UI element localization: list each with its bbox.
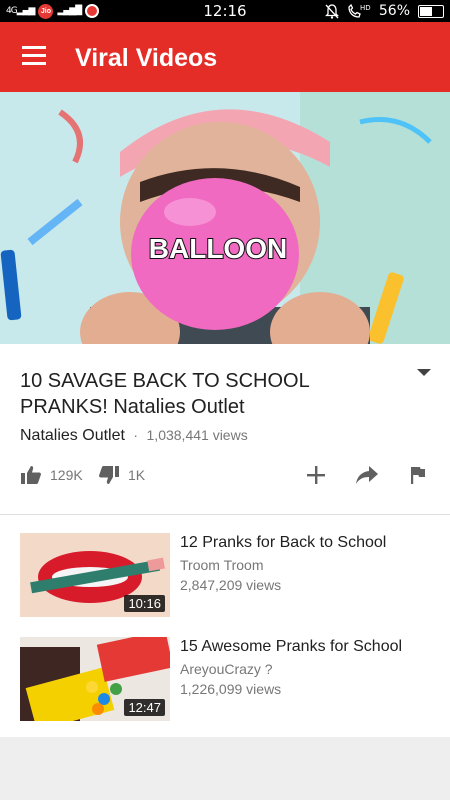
channel-name[interactable]: Natalies Outlet xyxy=(20,427,125,444)
flag-icon xyxy=(411,467,425,484)
video-player[interactable]: BALLOON xyxy=(0,92,450,344)
balloon-overlay-text: BALLOON xyxy=(149,233,287,264)
svg-text:HD: HD xyxy=(360,4,371,12)
bell-muted-icon xyxy=(324,3,339,19)
share-button[interactable] xyxy=(355,459,379,491)
related-video-item[interactable]: 12:47 15 Awesome Pranks for School Areyo… xyxy=(0,637,450,725)
video-frame-image: BALLOON xyxy=(0,92,450,344)
related-video-item[interactable]: 10:16 12 Pranks for Back to School Troom… xyxy=(0,533,450,621)
related-video-channel: AreyouCrazy ? xyxy=(180,661,273,677)
dislike-count: 1K xyxy=(128,467,146,483)
thumbs-up-icon xyxy=(21,466,41,484)
like-count: 129K xyxy=(50,467,83,483)
app-title: Viral Videos xyxy=(75,44,218,72)
video-duration: 12:47 xyxy=(124,699,165,716)
video-title: 10 SAVAGE BACK TO SCHOOL PRANKS! Natalie… xyxy=(20,370,309,418)
add-to-playlist-button[interactable] xyxy=(305,459,327,491)
related-video-channel: Troom Troom xyxy=(180,557,264,573)
related-video-title: 12 Pranks for Back to School xyxy=(180,534,387,551)
dislike-button[interactable]: 1K xyxy=(98,459,145,491)
hamburger-menu-icon[interactable] xyxy=(22,46,48,68)
thumbs-down-icon xyxy=(99,466,119,484)
status-right: HD 56% xyxy=(324,2,444,20)
related-video-title: 15 Awesome Pranks for School xyxy=(180,638,403,655)
app-bar: Viral Videos xyxy=(0,22,450,92)
view-count: 1,038,441 views xyxy=(146,427,248,443)
report-button[interactable] xyxy=(409,459,427,491)
separator-dot: · xyxy=(133,427,139,443)
related-thumbnail[interactable]: 10:16 xyxy=(20,533,170,617)
battery-percent: 56% xyxy=(378,3,410,19)
battery-icon xyxy=(418,4,444,18)
video-info-panel: 10 SAVAGE BACK TO SCHOOL PRANKS! Natalie… xyxy=(0,344,450,514)
like-button[interactable]: 129K xyxy=(20,459,83,491)
channel-line: Natalies Outlet · 1,038,441 views xyxy=(20,427,248,445)
add-icon xyxy=(307,466,325,484)
related-videos-list: 10:16 12 Pranks for Back to School Troom… xyxy=(0,515,450,737)
video-actions: 129K 1K xyxy=(0,459,450,491)
hd-call-icon: HD xyxy=(348,3,371,18)
share-icon xyxy=(356,466,378,484)
video-duration: 10:16 xyxy=(124,595,165,612)
status-bar: 4G▂▄▆ Jio ▂▄▆█ 12:16 HD 56% xyxy=(0,0,450,22)
related-video-views: 2,847,209 views xyxy=(180,577,282,593)
expand-description-icon[interactable] xyxy=(414,366,434,380)
related-video-views: 1,226,099 views xyxy=(180,681,282,697)
related-thumbnail[interactable]: 12:47 xyxy=(20,637,170,721)
